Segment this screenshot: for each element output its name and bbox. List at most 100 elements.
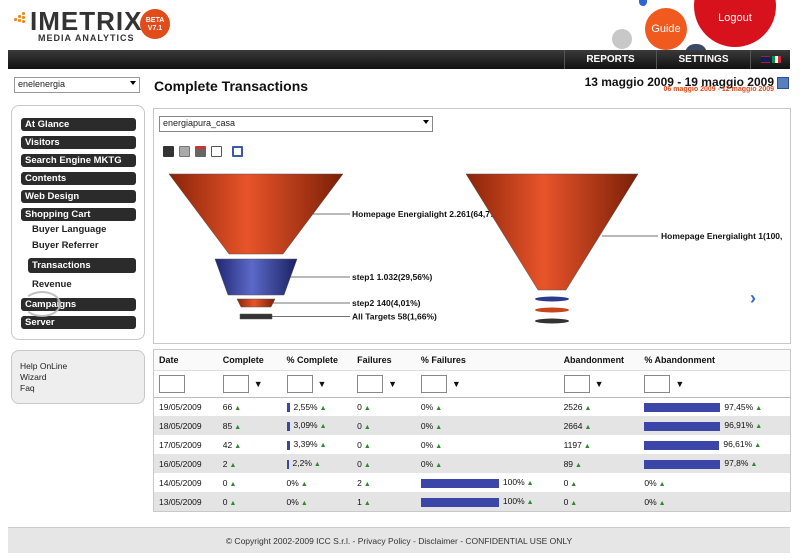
submenu-transactions[interactable]: Transactions bbox=[28, 258, 136, 273]
funnel-step[interactable] bbox=[239, 313, 273, 320]
table-row[interactable]: 18/05/2009 85 ▲ 3,09% ▲ 0 ▲ 0% ▲ 2664 ▲ 96,91% ▲ bbox=[154, 416, 790, 435]
filter-icon[interactable]: ▼ bbox=[675, 379, 684, 389]
funnel-step[interactable] bbox=[465, 173, 639, 291]
print-preview-icon[interactable] bbox=[211, 146, 222, 157]
filter-icon[interactable]: ▼ bbox=[388, 379, 397, 389]
beta-badge: BETA V7.1 bbox=[140, 9, 170, 39]
trend-up-icon: ▲ bbox=[435, 423, 443, 431]
menu-contents[interactable]: Contents bbox=[21, 172, 136, 185]
date-compare: 06 maggio 2009 - 12 maggio 2009 bbox=[663, 86, 775, 93]
submenu-buyer-language[interactable]: Buyer Language bbox=[32, 224, 106, 235]
trend-up-icon: ▲ bbox=[583, 442, 591, 450]
page-title: Complete Transactions bbox=[154, 78, 309, 94]
trend-up-icon: ▲ bbox=[755, 423, 763, 431]
filter-input[interactable] bbox=[159, 374, 185, 393]
filter-input[interactable] bbox=[357, 374, 384, 393]
filter-icon[interactable]: ▼ bbox=[595, 379, 604, 389]
menu-visitors[interactable]: Visitors bbox=[21, 136, 136, 149]
nav-settings[interactable]: SETTINGS bbox=[656, 50, 750, 69]
client-select[interactable]: enelenergia bbox=[14, 77, 140, 93]
col-pct-failures[interactable]: % Failures bbox=[415, 350, 559, 371]
cell-pct-complete: 2,2% ▲ bbox=[281, 454, 353, 473]
cell-pct-failures: 0% ▲ bbox=[415, 454, 559, 473]
funnel-empty-step bbox=[535, 307, 569, 313]
cell-pct-abandonment-value: 0% bbox=[644, 496, 657, 507]
table-row[interactable]: 19/05/2009 66 ▲ 2,55% ▲ 0 ▲ 0% ▲ 2526 ▲ 97,45% ▲ bbox=[154, 397, 790, 416]
cell-complete-value: 2 bbox=[222, 458, 228, 469]
trend-up-icon: ▲ bbox=[570, 480, 578, 488]
filter-icon[interactable]: ▼ bbox=[254, 379, 263, 389]
submenu-revenue[interactable]: Revenue bbox=[32, 279, 72, 290]
filter-input[interactable] bbox=[644, 374, 671, 393]
funnel-page-select[interactable]: energiapura_casa bbox=[159, 116, 433, 132]
menu-at-glance[interactable]: At Glance bbox=[21, 118, 136, 131]
col-pct-complete[interactable]: % Complete bbox=[281, 350, 353, 371]
menu-shopping-cart[interactable]: Shopping Cart bbox=[21, 208, 136, 221]
funnel-step[interactable] bbox=[236, 298, 276, 308]
copy-icon[interactable] bbox=[179, 146, 190, 157]
italy-flag-icon[interactable] bbox=[771, 55, 781, 63]
trend-up-icon: ▲ bbox=[435, 404, 443, 412]
trend-up-icon: ▲ bbox=[658, 480, 666, 488]
cell-pct-complete: 0% ▲ bbox=[281, 492, 353, 511]
filter-input[interactable] bbox=[222, 374, 249, 393]
logout-button[interactable]: Logout bbox=[694, 0, 776, 47]
help-online-link[interactable]: Help OnLine bbox=[20, 361, 144, 372]
save-icon[interactable] bbox=[163, 146, 174, 157]
cell-complete-value: 66 bbox=[222, 401, 233, 412]
footer: © Copyright 2002-2009 ICC S.r.l. - Priva… bbox=[8, 527, 790, 553]
print-icon[interactable] bbox=[195, 146, 206, 157]
trend-up-icon: ▲ bbox=[750, 461, 758, 469]
cell-complete: 85 ▲ bbox=[217, 416, 282, 435]
trend-up-icon: ▲ bbox=[319, 423, 327, 431]
nav-reports[interactable]: REPORTS bbox=[564, 50, 656, 69]
cell-abandonment: 2664 ▲ bbox=[558, 416, 640, 435]
filter-icon[interactable]: ▼ bbox=[452, 379, 461, 389]
cell-failures: 0 ▲ bbox=[352, 454, 416, 473]
percentage-bar bbox=[420, 478, 499, 488]
cell-pct-abandonment-value: 97,8% bbox=[724, 458, 749, 469]
table-row[interactable]: 17/05/2009 42 ▲ 3,39% ▲ 0 ▲ 0% ▲ 1197 ▲ 96,61% ▲ bbox=[154, 435, 790, 454]
client-select-value: enelenergia bbox=[18, 79, 66, 89]
percentage-bar bbox=[286, 459, 289, 469]
export-icon[interactable] bbox=[232, 146, 243, 157]
cell-pct-failures: 100% ▲ bbox=[415, 492, 559, 511]
cell-pct-abandonment-value: 96,61% bbox=[723, 439, 753, 450]
menu-web-design[interactable]: Web Design bbox=[21, 190, 136, 203]
cell-complete-value: 42 bbox=[222, 439, 233, 450]
faq-link[interactable]: Faq bbox=[20, 383, 144, 394]
cell-failures-value: 2 bbox=[357, 477, 362, 488]
cell-abandonment: 1197 ▲ bbox=[559, 435, 640, 454]
table-row[interactable]: 14/05/2009 0 ▲ 0% ▲ 2 ▲ 100% ▲ 0 ▲ 0% ▲ bbox=[154, 473, 790, 492]
trend-up-icon: ▲ bbox=[300, 480, 308, 488]
funnel-step[interactable] bbox=[214, 258, 298, 296]
guide-button[interactable]: Guide bbox=[645, 8, 687, 50]
filter-input[interactable] bbox=[286, 374, 313, 393]
submenu-buyer-referrer[interactable]: Buyer Referrer bbox=[32, 240, 99, 251]
next-arrow-icon[interactable]: › bbox=[750, 288, 756, 309]
uk-flag-icon[interactable] bbox=[760, 55, 770, 63]
cell-pct-complete: 0% ▲ bbox=[282, 473, 353, 492]
col-complete[interactable]: Complete bbox=[217, 350, 282, 371]
calendar-icon[interactable] bbox=[777, 77, 789, 89]
col-pct-abandonment[interactable]: % Abandonment bbox=[639, 350, 790, 371]
wizard-link[interactable]: Wizard bbox=[20, 372, 144, 383]
table-row[interactable]: 13/05/2009 0 ▲ 0% ▲ 1 ▲ 100% ▲ 0 ▲ 0% ▲ bbox=[154, 492, 790, 511]
chevron-down-icon bbox=[130, 81, 136, 85]
col-failures[interactable]: Failures bbox=[352, 350, 416, 371]
trend-up-icon: ▲ bbox=[234, 404, 242, 412]
cell-failures: 0 ▲ bbox=[352, 397, 416, 416]
filter-input[interactable] bbox=[420, 374, 447, 393]
filter-input[interactable] bbox=[563, 374, 590, 393]
cell-pct-complete: 3,39% ▲ bbox=[282, 435, 353, 454]
cell-date-value: 18/05/2009 bbox=[159, 420, 202, 431]
cell-complete-value: 0 bbox=[222, 496, 228, 507]
table-row[interactable]: 16/05/2009 2 ▲ 2,2% ▲ 0 ▲ 0% ▲ 89 ▲ 97,8% ▲ bbox=[154, 454, 790, 473]
menu-server[interactable]: Server bbox=[21, 316, 136, 329]
cell-pct-failures-value: 100% bbox=[502, 496, 525, 507]
col-abandonment[interactable]: Abandonment bbox=[558, 350, 640, 371]
filter-icon[interactable]: ▼ bbox=[318, 379, 327, 389]
language-switcher bbox=[750, 50, 790, 69]
col-date[interactable]: Date bbox=[154, 350, 218, 371]
menu-search-engine-mktg[interactable]: Search Engine MKTG bbox=[21, 154, 136, 167]
